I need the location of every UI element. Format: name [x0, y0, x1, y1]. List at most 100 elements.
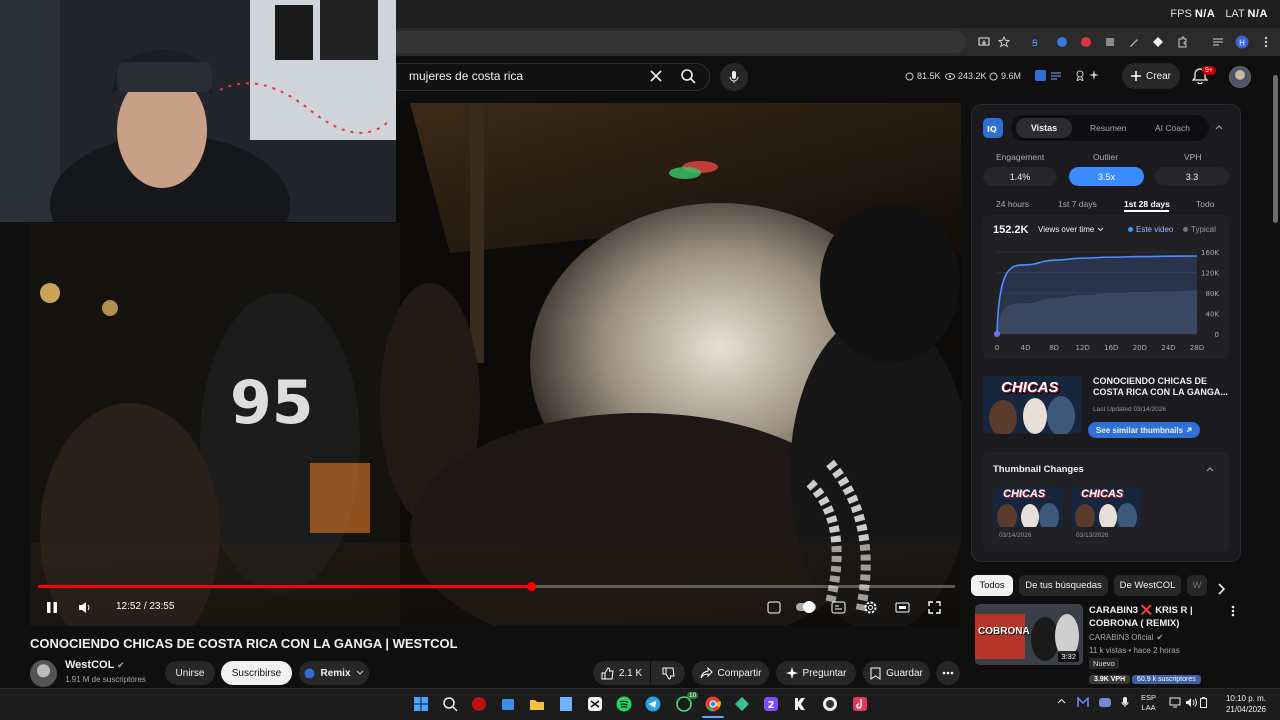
taskbar-notepad-icon[interactable]: [558, 696, 574, 712]
metric-engagement-value[interactable]: 1.4%: [983, 167, 1057, 186]
taskbar-spotify-icon[interactable]: [616, 696, 632, 712]
settings-button[interactable]: [863, 600, 878, 615]
taskbar-clock[interactable]: 10:10 p. m. 21/04/2026: [1226, 693, 1266, 715]
taskbar-kick-icon[interactable]: [792, 696, 808, 712]
install-app-icon[interactable]: [976, 34, 992, 50]
metric-outlier-value[interactable]: 3.5x: [1069, 167, 1144, 186]
subscribe-button[interactable]: Suscribirse: [221, 661, 292, 685]
recommendation-title[interactable]: CARABIN3 ❌ KRIS R | COBRONA ( REMIX): [1089, 604, 1219, 630]
like-button[interactable]: 2.1 K: [593, 661, 650, 685]
url-field[interactable]: [396, 31, 966, 53]
filter-from-westcol[interactable]: De WestCOL: [1114, 575, 1181, 596]
thumbnail-change-1[interactable]: CHICAS: [993, 487, 1063, 527]
last-updated: Last Updated 03/14/2026: [1093, 406, 1167, 413]
channel-name[interactable]: WestCOL ✔: [65, 659, 125, 671]
join-button[interactable]: Unirse: [165, 661, 215, 685]
bookmark-star-icon[interactable]: [996, 34, 1012, 50]
remix-button[interactable]: Remix: [299, 661, 369, 685]
save-button[interactable]: Guardar: [863, 661, 930, 685]
collapse-panel-icon[interactable]: [1215, 124, 1223, 130]
taskbar-store-icon[interactable]: [500, 696, 516, 712]
more-actions-button[interactable]: [936, 661, 960, 685]
create-button[interactable]: Crear: [1122, 63, 1180, 89]
recommendation-channel[interactable]: CARABIN3 Oficial ✔: [1089, 633, 1163, 642]
period-28d[interactable]: 1st 28 days: [1124, 199, 1170, 209]
volume-button[interactable]: [78, 601, 92, 614]
chart-x-tick: 8D: [1049, 344, 1059, 352]
taskbar-green-app-icon[interactable]: [734, 696, 750, 712]
taskbar-tiktok-icon[interactable]: [852, 696, 868, 712]
clear-search-icon[interactable]: [649, 69, 663, 83]
period-all[interactable]: Todo: [1196, 199, 1214, 209]
tray-battery-icon[interactable]: [1200, 697, 1207, 708]
sparkle-icon[interactable]: [1089, 70, 1099, 80]
filter-from-searches[interactable]: De tus búsquedas: [1019, 575, 1108, 596]
browser-menu-icon[interactable]: [1258, 34, 1274, 50]
chart-x-tick: 24D: [1161, 344, 1175, 352]
pause-button[interactable]: [46, 601, 58, 614]
taskbar-search-icon[interactable]: [442, 696, 458, 712]
autoplay-toggle[interactable]: [795, 600, 817, 614]
current-video-thumbnail[interactable]: CHICAS: [983, 376, 1082, 434]
see-similar-thumbnails-button[interactable]: See similar thumbnails: [1088, 422, 1200, 438]
taskbar-obs-icon[interactable]: [822, 696, 838, 712]
captions-button[interactable]: [831, 601, 846, 614]
taskbar-purple-app-icon[interactable]: 2: [763, 696, 779, 712]
award-icon[interactable]: [1075, 70, 1085, 81]
vidiq-icon[interactable]: [1035, 70, 1046, 81]
share-button[interactable]: Compartir: [692, 661, 769, 685]
voice-search-button[interactable]: [720, 63, 748, 91]
collapse-thumbnails-icon[interactable]: [1206, 466, 1214, 472]
tray-microphone-icon[interactable]: [1121, 696, 1129, 708]
taskbar-capcut-icon[interactable]: [587, 696, 603, 712]
tray-volume-icon[interactable]: [1185, 697, 1197, 708]
extension-pen-icon[interactable]: [1126, 34, 1142, 50]
extension-puzzle-icon[interactable]: [1102, 34, 1118, 50]
tab-ai-coach[interactable]: AI Coach: [1155, 123, 1190, 133]
extension-diamond-icon[interactable]: [1150, 34, 1166, 50]
reading-list-icon[interactable]: [1210, 34, 1226, 50]
progress-scrubber[interactable]: [526, 582, 536, 591]
tab-resumen[interactable]: Resumen: [1090, 123, 1126, 133]
scrollbar-thumb[interactable]: [1273, 75, 1278, 223]
ask-button[interactable]: Preguntar: [776, 661, 856, 685]
taskbar-telegram-icon[interactable]: [645, 696, 661, 712]
search-input[interactable]: mujeres de costa rica: [409, 69, 523, 83]
filters-next-icon[interactable]: [1217, 583, 1225, 595]
tray-discord-icon[interactable]: [1099, 697, 1111, 708]
recommendation-new-badge: Nuevo: [1089, 658, 1119, 669]
tray-app-icon[interactable]: [1077, 697, 1089, 708]
channel-avatar[interactable]: [30, 660, 57, 687]
tab-vistas[interactable]: Vistas: [1016, 118, 1072, 138]
filter-more[interactable]: W: [1187, 575, 1207, 596]
taskbar-chrome-icon[interactable]: [705, 696, 721, 712]
period-7d[interactable]: 1st 7 days: [1058, 199, 1097, 209]
start-windows-icon[interactable]: [413, 696, 429, 712]
tray-chevron-up-icon[interactable]: [1057, 698, 1066, 704]
recommendation-thumbnail[interactable]: COBRONA 3:32: [975, 604, 1083, 665]
fullscreen-button[interactable]: [928, 601, 941, 614]
extension-red-icon[interactable]: [1078, 34, 1094, 50]
account-avatar[interactable]: [1229, 66, 1251, 88]
vidiq-player-icon[interactable]: [767, 601, 781, 614]
views-mode-dropdown[interactable]: Views over time: [1038, 225, 1104, 234]
extension-shield-icon[interactable]: [1054, 34, 1070, 50]
chart-icon: [989, 72, 998, 80]
language-indicator[interactable]: ESP LAA: [1141, 693, 1156, 713]
dislike-button[interactable]: [651, 661, 685, 685]
search-icon[interactable]: [680, 68, 696, 84]
thumbnail-change-2[interactable]: CHICAS: [1071, 487, 1141, 527]
taskbar-folder-icon[interactable]: [529, 696, 545, 712]
extensions-icon[interactable]: [1174, 34, 1190, 50]
period-24h[interactable]: 24 hours: [996, 199, 1029, 209]
extension-translate-icon[interactable]: Ꞩ: [1030, 34, 1046, 50]
filter-all[interactable]: Todos: [971, 575, 1013, 596]
metric-vph-value[interactable]: 3.3: [1155, 167, 1229, 186]
taskbar-app-red-icon[interactable]: [471, 696, 487, 712]
list-icon[interactable]: [1051, 71, 1061, 81]
theater-mode-button[interactable]: [895, 601, 910, 614]
profile-icon[interactable]: H: [1234, 34, 1250, 50]
channel-subscribers: 1.91 M de suscriptores: [65, 675, 146, 684]
tray-network-icon[interactable]: [1169, 697, 1181, 708]
recommendation-more-icon[interactable]: [1231, 605, 1235, 617]
